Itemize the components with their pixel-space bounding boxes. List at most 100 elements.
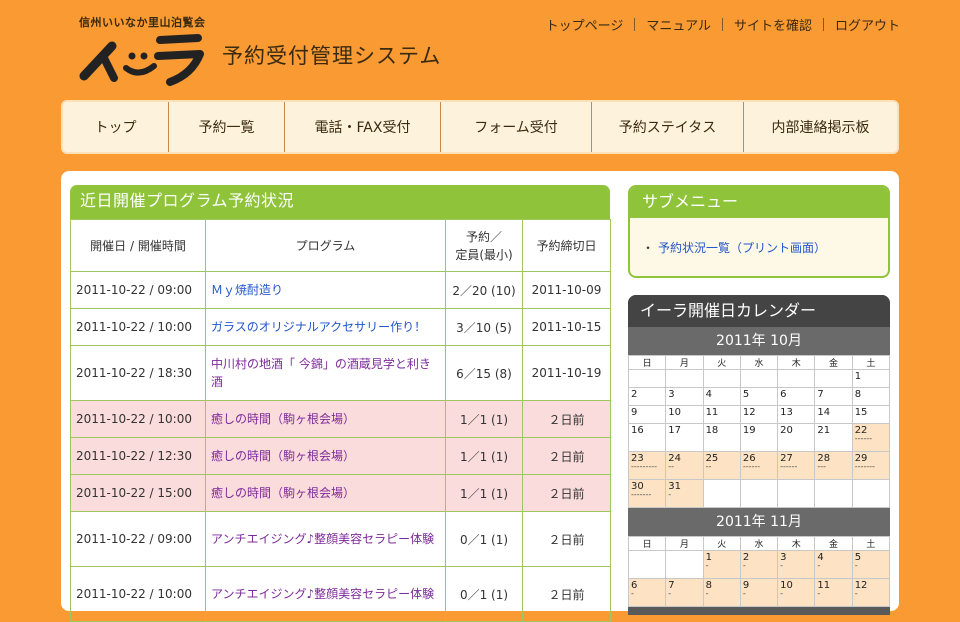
- day-cell[interactable]: 9: [628, 405, 667, 424]
- day-cell[interactable]: 4: [702, 387, 741, 406]
- program-link[interactable]: 癒しの時間（駒ヶ根会場）: [211, 412, 355, 426]
- nav-reservation-list[interactable]: 予約一覧: [169, 102, 285, 152]
- day-cell[interactable]: 25 --: [702, 451, 741, 480]
- cell-count: 0／1 (1): [445, 566, 523, 622]
- logo[interactable]: [74, 28, 209, 88]
- day-cell[interactable]: 4-: [814, 550, 853, 579]
- cell-deadline: ２日前: [522, 437, 611, 475]
- nav-phone-fax[interactable]: 電話・FAX受付: [285, 102, 441, 152]
- table-row: 2011-10-22 / 10:00 アンチエイジング♪整顔美容セラピー体験 0…: [70, 566, 611, 622]
- day-cell[interactable]: 15: [851, 405, 890, 424]
- day-cell[interactable]: 3-: [777, 550, 816, 579]
- cell-deadline: 2011-10-15: [522, 308, 611, 346]
- manual-link[interactable]: マニュアル: [646, 15, 711, 34]
- weekday: 木: [777, 536, 816, 551]
- day-cell[interactable]: 8-: [702, 578, 741, 607]
- day-cell[interactable]: 27 ------: [777, 451, 816, 480]
- day-cell[interactable]: 28 ---: [814, 451, 853, 480]
- week-row: 2345678: [628, 387, 890, 406]
- cell-deadline: ２日前: [522, 511, 611, 567]
- cell-deadline: 2011-10-19: [522, 345, 611, 401]
- day-cell[interactable]: 18: [702, 423, 741, 452]
- day-cell[interactable]: 5-: [851, 550, 890, 579]
- day-cell[interactable]: 8: [851, 387, 890, 406]
- day-cell[interactable]: 12: [739, 405, 779, 424]
- day-cell[interactable]: 10-: [777, 578, 816, 607]
- table-row: 2011-10-22 / 10:00 ガラスのオリジナルアクセサリー作り！ 3／…: [70, 308, 611, 346]
- day-cell[interactable]: 14: [814, 405, 853, 424]
- calendar-october: 日 月 火 水 木 金 土 1 2345678 9 10 11 12 13 14 15 16…: [628, 355, 890, 508]
- program-link[interactable]: アンチエイジング♪整顔美容セラピー体験: [211, 532, 434, 546]
- program-link[interactable]: 中川村の地酒「 今錦」の酒蔵見学と利き酒: [211, 357, 431, 389]
- day-cell[interactable]: 1-: [702, 550, 741, 579]
- program-link[interactable]: ガラスのオリジナルアクセサリー作り！: [211, 320, 426, 334]
- day-cell[interactable]: 2-: [739, 550, 779, 579]
- program-link[interactable]: アンチエイジング♪整顔美容セラピー体験: [211, 587, 434, 601]
- day-cell[interactable]: 2: [628, 387, 667, 406]
- day-cell[interactable]: 3: [665, 387, 704, 406]
- cell-datetime: 2011-10-22 / 09:00: [70, 511, 206, 567]
- day-cell[interactable]: 6: [777, 387, 816, 406]
- day-cell[interactable]: 1: [851, 369, 890, 388]
- program-link[interactable]: Ｍｙ焼酎造り: [211, 283, 283, 297]
- day-cell[interactable]: 13: [777, 405, 816, 424]
- cell-datetime: 2011-10-22 / 10:00: [70, 566, 206, 622]
- day-cell[interactable]: 11: [702, 405, 741, 424]
- day-cell[interactable]: 19: [739, 423, 779, 452]
- reservation-status-panel: 近日開催プログラム予約状況 開催日 / 開催時間 プログラム 予約／ 定員(最小)…: [70, 185, 611, 622]
- divider: [822, 18, 824, 31]
- cell-datetime: 2011-10-22 / 10:00: [70, 308, 206, 346]
- top-page-link[interactable]: トップページ: [546, 15, 624, 34]
- day-cell[interactable]: 31-: [665, 479, 704, 508]
- day-cell[interactable]: 7-: [665, 578, 704, 607]
- cell-count: 1／1 (1): [445, 400, 523, 438]
- day-cell[interactable]: 12-: [851, 578, 890, 607]
- cell-datetime: 2011-10-22 / 10:00: [70, 400, 206, 438]
- day-cell[interactable]: 20: [777, 423, 816, 452]
- print-list-link[interactable]: 予約状況一覧（プリント画面）: [658, 241, 826, 255]
- day-cell[interactable]: 26 ------: [739, 451, 779, 480]
- day-cell[interactable]: 21: [814, 423, 853, 452]
- week-row: 6-7-8-9-10-11-12-: [628, 578, 890, 607]
- day-cell[interactable]: 11-: [814, 578, 853, 607]
- day-cell[interactable]: 7: [814, 387, 853, 406]
- nav-form-reception[interactable]: フォーム受付: [441, 102, 592, 152]
- cell-datetime: 2011-10-22 / 18:30: [70, 345, 206, 401]
- calendar-month-label: 2011年 10月: [628, 327, 890, 355]
- day-cell[interactable]: 23 ---------: [628, 451, 667, 480]
- weekday: 火: [702, 355, 741, 370]
- table-row: 2011-10-22 / 12:30 癒しの時間（駒ヶ根会場） 1／1 (1) …: [70, 437, 611, 475]
- day-cell[interactable]: 6-: [628, 578, 667, 607]
- cell-deadline: 2011-10-09: [522, 271, 611, 309]
- cell-datetime: 2011-10-22 / 15:00: [70, 474, 206, 512]
- week-row: 30 ------- 31-: [628, 479, 890, 508]
- day-cell[interactable]: 5: [739, 387, 779, 406]
- logout-link[interactable]: ログアウト: [835, 15, 900, 34]
- day-cell[interactable]: 16: [628, 423, 667, 452]
- column-header: 予約締切日: [522, 219, 611, 272]
- program-link[interactable]: 癒しの時間（駒ヶ根会場）: [211, 449, 355, 463]
- day-cell[interactable]: 9-: [739, 578, 779, 607]
- bullet: ・: [642, 241, 655, 255]
- day-cell[interactable]: 24 --: [665, 451, 704, 480]
- day-cell[interactable]: 30 -------: [628, 479, 667, 508]
- day-cell[interactable]: 10: [665, 405, 704, 424]
- system-title: 予約受付管理システム: [222, 44, 442, 68]
- nav-bulletin-board[interactable]: 内部連絡掲示板: [744, 102, 897, 152]
- table-row: 2011-10-22 / 09:00 Ｍｙ焼酎造り 2／20 (10) 2011…: [70, 271, 611, 309]
- cell-count: 3／10 (5): [445, 308, 523, 346]
- weekday: 土: [851, 355, 890, 370]
- nav-reservation-status[interactable]: 予約ステイタス: [592, 102, 744, 152]
- weekday: 日: [628, 536, 667, 551]
- day-cell[interactable]: 17: [665, 423, 704, 452]
- view-site-link[interactable]: サイトを確認: [734, 15, 812, 34]
- nav-top[interactable]: トップ: [63, 102, 169, 152]
- day-cell[interactable]: 22 ------: [851, 423, 890, 452]
- weekday: 水: [739, 355, 779, 370]
- program-link[interactable]: 癒しの時間（駒ヶ根会場）: [211, 486, 355, 500]
- week-row: 1: [628, 369, 890, 388]
- submenu-title: サブメニュー: [630, 187, 888, 218]
- cell-count: 1／1 (1): [445, 474, 523, 512]
- week-row: 16 17 18 19 20 21 22 ------: [628, 423, 890, 452]
- day-cell[interactable]: 29 -------: [851, 451, 890, 480]
